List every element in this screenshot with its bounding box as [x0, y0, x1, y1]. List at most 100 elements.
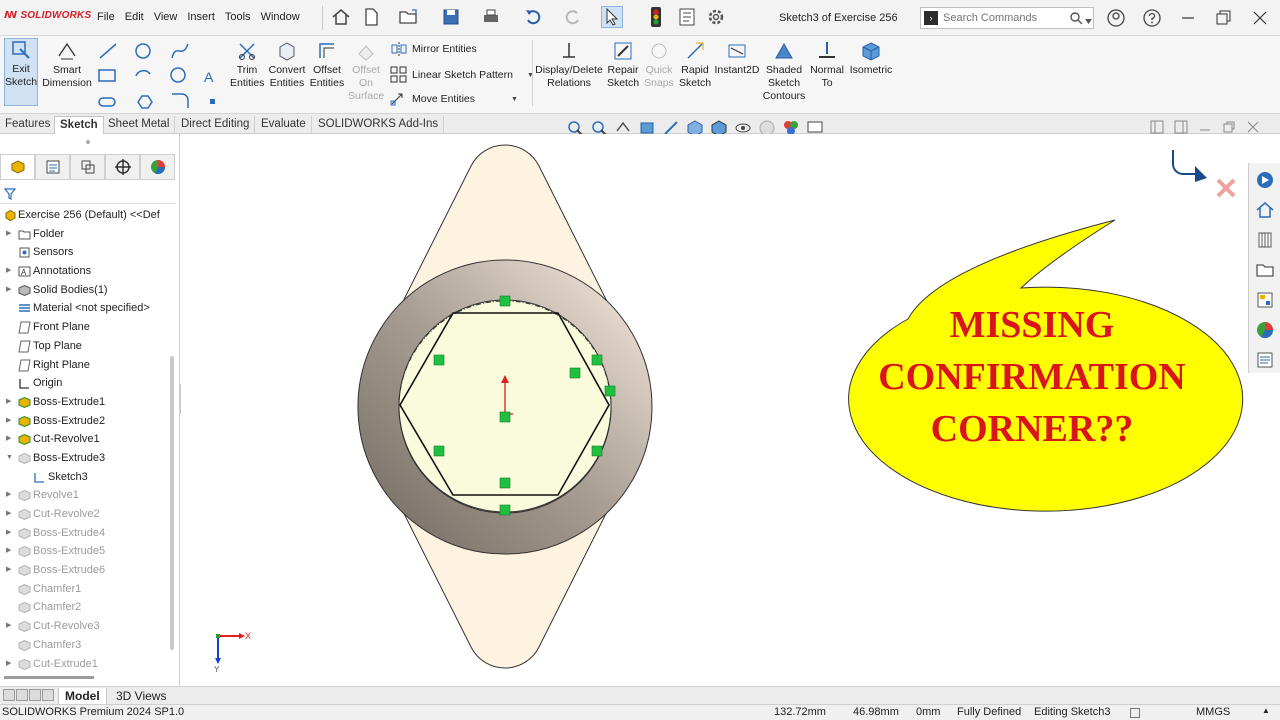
save-icon[interactable]	[440, 6, 462, 28]
undo-icon[interactable]	[522, 6, 544, 28]
graphics-area[interactable]: X Y MISSING CONFIRMATION CORNER??	[181, 134, 1248, 686]
offset-on-surface-button[interactable]: Offset On Surface	[348, 40, 384, 103]
file-properties-icon[interactable]	[676, 6, 698, 28]
menu-insert[interactable]: Insert	[182, 11, 220, 23]
menu-window[interactable]: Window	[256, 11, 305, 23]
unit-system-button[interactable]: MMGS	[1196, 706, 1230, 718]
horizontal-scrollbar[interactable]	[4, 676, 94, 679]
tree-item[interactable]: ▶ Boss-Extrude4	[0, 524, 168, 543]
expand-arrow-icon[interactable]: ▶	[6, 542, 11, 561]
smart-dimension-button[interactable]: Smart Dimension	[42, 40, 92, 90]
normal-to-button[interactable]: Normal To	[808, 40, 846, 90]
select-arrow-icon[interactable]	[601, 6, 623, 28]
feature-manager-tab[interactable]	[0, 154, 35, 180]
tree-item[interactable]: ▶ Boss-Extrude5	[0, 542, 168, 561]
relation-marker[interactable]	[569, 367, 581, 379]
exit-sketch-corner-icon[interactable]	[1195, 166, 1207, 182]
tab-sheet-metal[interactable]: Sheet Metal	[103, 116, 176, 134]
expand-arrow-icon[interactable]: ▶	[6, 262, 11, 281]
instant2d-button[interactable]: Instant2D	[714, 40, 760, 77]
tree-item[interactable]: Sketch3	[0, 468, 168, 487]
tree-root-part[interactable]: Exercise 256 (Default) <<Def	[0, 206, 168, 225]
tab-direct-editing[interactable]: Direct Editing	[176, 116, 256, 134]
tree-filter-row[interactable]	[0, 184, 176, 204]
next-tab-button[interactable]	[29, 689, 41, 701]
open-folder-icon[interactable]	[398, 6, 420, 28]
tree-item[interactable]: ▶ Cut-Revolve1	[0, 430, 168, 449]
print-icon[interactable]	[480, 6, 502, 28]
relation-marker[interactable]	[499, 504, 511, 516]
viewport-restore-icon[interactable]	[1222, 120, 1236, 134]
menu-file[interactable]: File	[92, 11, 120, 23]
solidworks-resources-icon[interactable]	[1252, 167, 1278, 193]
panel-grip[interactable]	[86, 140, 90, 144]
cancel-corner-icon[interactable]	[1216, 178, 1236, 198]
tab-evaluate[interactable]: Evaluate	[256, 116, 312, 134]
relation-marker[interactable]	[499, 411, 511, 423]
appearances-scenes-icon[interactable]	[1252, 317, 1278, 343]
tree-item[interactable]: ▶ Cut-Revolve2	[0, 505, 168, 524]
mirror-entities-button[interactable]: Mirror Entities	[390, 42, 477, 56]
minimize-icon[interactable]	[1178, 8, 1198, 28]
tree-item[interactable]: ▶ Solid Bodies(1)	[0, 281, 168, 300]
last-tab-button[interactable]	[42, 689, 54, 701]
move-entities-button[interactable]: Move Entities ▼	[390, 92, 518, 106]
file-explorer-icon[interactable]	[1252, 257, 1278, 283]
tree-item[interactable]: Front Plane	[0, 318, 168, 337]
tree-item[interactable]: ▶ Cut-Revolve3	[0, 617, 168, 636]
tree-item[interactable]: ▼ Boss-Extrude3	[0, 449, 168, 468]
viewport-minimize-icon[interactable]	[1198, 120, 1212, 134]
expand-arrow-icon[interactable]: ▼	[6, 449, 13, 468]
tree-item[interactable]: ▶ Cut-Extrude1	[0, 655, 168, 674]
tree-item[interactable]: Top Plane	[0, 337, 168, 356]
model-viewport[interactable]: X Y MISSING CONFIRMATION CORNER??	[181, 134, 1248, 686]
dimxpert-manager-tab[interactable]	[105, 154, 140, 180]
tree-scrollbar[interactable]	[170, 356, 174, 650]
offset-entities-button[interactable]: Offset Entities	[308, 40, 346, 90]
custom-properties-icon[interactable]	[1252, 347, 1278, 373]
tab-features[interactable]: Features	[0, 116, 57, 134]
view-palette-icon[interactable]	[1252, 287, 1278, 313]
convert-entities-button[interactable]: Convert Entities	[268, 40, 306, 90]
tree-item[interactable]: ▶ Folder	[0, 225, 168, 244]
tree-item[interactable]: Right Plane	[0, 356, 168, 375]
relation-marker[interactable]	[499, 295, 511, 307]
design-library-icon[interactable]	[1252, 227, 1278, 253]
expand-arrow-icon[interactable]: ▶	[6, 505, 11, 524]
tree-item[interactable]: Material <not specified>	[0, 299, 168, 318]
expand-arrow-icon[interactable]: ▶	[6, 430, 11, 449]
trim-entities-button[interactable]: Trim Entities	[230, 40, 264, 90]
repair-sketch-button[interactable]: Repair Sketch	[605, 40, 641, 90]
tab-addins[interactable]: SOLIDWORKS Add-Ins	[313, 116, 445, 134]
home-icon[interactable]	[1252, 197, 1278, 223]
quick-snaps-button[interactable]: Quick Snaps	[644, 40, 674, 90]
exit-sketch-button[interactable]: Exit Sketch	[4, 38, 38, 106]
relation-marker[interactable]	[591, 354, 603, 366]
restore-icon[interactable]	[1213, 8, 1233, 28]
display-manager-tab[interactable]	[140, 154, 175, 180]
linear-sketch-pattern-button[interactable]: Linear Sketch Pattern ▼	[390, 66, 534, 84]
expand-arrow-icon[interactable]: ▶	[6, 393, 11, 412]
expand-arrow-icon[interactable]: ▶	[6, 655, 11, 674]
tree-item[interactable]: Chamfer3	[0, 636, 168, 655]
previous-tab-button[interactable]	[16, 689, 28, 701]
tab-model[interactable]: Model	[58, 688, 107, 705]
viewport-close-icon[interactable]	[1246, 120, 1260, 134]
expand-arrow-icon[interactable]: ▶	[6, 281, 11, 300]
tab-3d-views[interactable]: 3D Views	[110, 688, 172, 705]
tree-item[interactable]: Chamfer1	[0, 580, 168, 599]
expand-arrow-icon[interactable]: ▶	[6, 617, 11, 636]
rebuild-status-icon[interactable]	[1130, 708, 1140, 718]
redo-icon[interactable]	[562, 6, 584, 28]
sketch-entities-grid[interactable]: A	[96, 40, 228, 110]
search-commands-box[interactable]: ›	[920, 7, 1094, 29]
relation-marker[interactable]	[591, 445, 603, 457]
expand-arrow-icon[interactable]: ▶	[6, 225, 11, 244]
help-icon[interactable]	[1142, 8, 1162, 28]
viewport-tile-right-icon[interactable]	[1174, 120, 1188, 134]
isometric-button[interactable]: Isometric	[848, 40, 894, 77]
menu-tools[interactable]: Tools	[220, 11, 256, 23]
expand-arrow-icon[interactable]: ▶	[6, 524, 11, 543]
chevron-down-icon[interactable]: ▼	[511, 96, 518, 103]
relation-marker[interactable]	[604, 385, 616, 397]
